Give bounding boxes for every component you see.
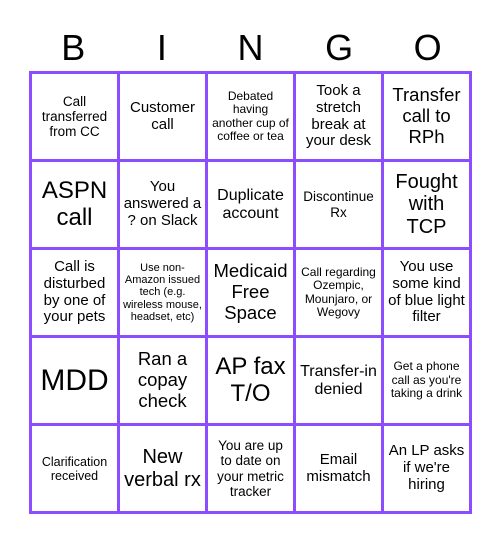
cell-text: Discontinue Rx — [303, 189, 374, 220]
bingo-board: Call transferred from CC Customer call D… — [29, 71, 472, 514]
cell-text: New verbal rx — [124, 446, 201, 491]
cell-text: Took a stretch break at your desk — [305, 81, 372, 150]
bingo-cell-r4-c1[interactable]: New verbal rx — [120, 426, 205, 511]
bingo-cell-r1-c3[interactable]: Discontinue Rx — [296, 162, 381, 247]
bingo-cell-r1-c0[interactable]: ASPN call — [32, 162, 117, 247]
bingo-cell-r0-c0[interactable]: Call transferred from CC — [32, 74, 117, 159]
bingo-cell-r3-c3[interactable]: Transfer-in denied — [296, 338, 381, 423]
cell-text: You are up to date on your metric tracke… — [217, 438, 284, 499]
cell-text: Email mismatch — [306, 450, 371, 485]
cell-text: Get a phone call as you're taking a drin… — [390, 359, 463, 401]
cell-text: ASPN call — [41, 176, 108, 231]
bingo-cell-r1-c1[interactable]: You answered a ? on Slack — [120, 162, 205, 247]
header-letter-n: N — [237, 27, 264, 68]
bingo-cell-r3-c4[interactable]: Get a phone call as you're taking a drin… — [384, 338, 469, 423]
bingo-cell-r4-c3[interactable]: Email mismatch — [296, 426, 381, 511]
cell-text: Call regarding Ozempic, Mounjaro, or Weg… — [301, 264, 376, 319]
bingo-cell-r3-c0[interactable]: MDD — [32, 338, 117, 423]
header-letter-i: I — [156, 27, 167, 68]
cell-text: Call is disturbed by one of your pets — [43, 257, 106, 326]
bingo-cell-r0-c3[interactable]: Took a stretch break at your desk — [296, 74, 381, 159]
bingo-cell-r4-c4[interactable]: An LP asks if we're hiring — [384, 426, 469, 511]
bingo-cell-r1-c2[interactable]: Duplicate account — [208, 162, 293, 247]
bingo-cell-r2-c3[interactable]: Call regarding Ozempic, Mounjaro, or Weg… — [296, 250, 381, 335]
cell-text: An LP asks if we're hiring — [388, 442, 465, 493]
bingo-cell-r4-c2[interactable]: You are up to date on your metric tracke… — [208, 426, 293, 511]
cell-text: Duplicate account — [217, 186, 284, 222]
bingo-cell-r0-c1[interactable]: Customer call — [120, 74, 205, 159]
cell-text: Clarification received — [41, 454, 108, 483]
header-letter-o: O — [413, 27, 442, 68]
cell-text: AP fax T/O — [215, 352, 286, 407]
bingo-cell-r0-c2[interactable]: Debated having another cup of coffee or … — [208, 74, 293, 159]
cell-text: Debated having another cup of coffee or … — [212, 88, 289, 143]
header-letter-b: B — [61, 27, 86, 68]
cell-text: You use some kind of blue light filter — [388, 257, 465, 326]
cell-text: Medicaid Free Space — [213, 260, 288, 323]
cell-text: You answered a ? on Slack — [123, 178, 202, 229]
bingo-header: B I N G O — [29, 24, 472, 72]
bingo-cell-r3-c2[interactable]: AP fax T/O — [208, 338, 293, 423]
cell-text: Transfer-in denied — [300, 362, 377, 398]
header-letter-g: G — [325, 27, 354, 68]
bingo-cell-r3-c1[interactable]: Ran a copay check — [120, 338, 205, 423]
cell-text: Transfer call to RPh — [392, 84, 461, 147]
bingo-cell-r2-c4[interactable]: You use some kind of blue light filter — [384, 250, 469, 335]
bingo-cell-r2-c0[interactable]: Call is disturbed by one of your pets — [32, 250, 117, 335]
cell-text: Call transferred from CC — [41, 93, 108, 140]
bingo-cell-r2-c2[interactable]: Medicaid Free Space — [208, 250, 293, 335]
bingo-cell-r0-c4[interactable]: Transfer call to RPh — [384, 74, 469, 159]
bingo-cell-r4-c0[interactable]: Clarification received — [32, 426, 117, 511]
cell-text: Fought with TCP — [395, 170, 458, 238]
bingo-cell-r2-c1[interactable]: Use non-Amazon issued tech (e.g. wireles… — [120, 250, 205, 335]
cell-text: Ran a copay check — [137, 348, 188, 411]
bingo-cell-r1-c4[interactable]: Fought with TCP — [384, 162, 469, 247]
cell-text: Customer call — [129, 98, 196, 133]
cell-text: MDD — [40, 363, 109, 397]
cell-text: Use non-Amazon issued tech (e.g. wireles… — [123, 261, 202, 323]
